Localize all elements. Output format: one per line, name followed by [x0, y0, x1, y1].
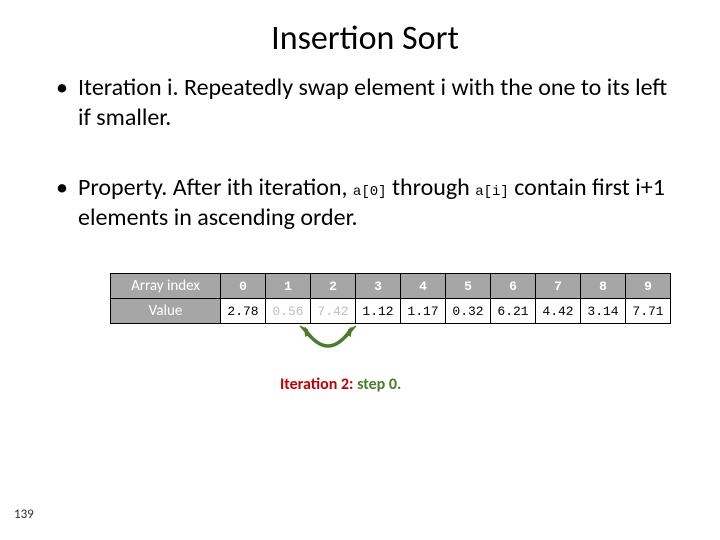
swap-arrow-icon [280, 324, 380, 368]
val-4: 1.17 [401, 299, 446, 324]
val-0: 2.78 [221, 299, 266, 324]
array-table: Array index 0 1 2 3 4 5 6 7 8 9 Value 2.… [110, 273, 671, 324]
idx-3: 3 [356, 274, 401, 299]
page-number: 139 [14, 507, 34, 522]
iteration-number: Iteration 2: [280, 375, 353, 394]
val-3: 1.12 [356, 299, 401, 324]
val-9: 7.71 [626, 299, 671, 324]
idx-7: 7 [536, 274, 581, 299]
array-table-wrap: Array index 0 1 2 3 4 5 6 7 8 9 Value 2.… [110, 273, 680, 394]
code-a0: a[0] [353, 184, 387, 200]
index-row-label: Array index [111, 274, 221, 299]
idx-8: 8 [581, 274, 626, 299]
code-ai: a[i] [475, 184, 509, 200]
value-row: Value 2.78 0.56 7.42 1.12 1.17 0.32 6.21… [111, 299, 671, 324]
idx-9: 9 [626, 274, 671, 299]
val-2: 7.42 [311, 299, 356, 324]
slide-title: Insertion Sort [50, 18, 680, 59]
idx-0: 0 [221, 274, 266, 299]
idx-1: 1 [266, 274, 311, 299]
iteration-label: Iteration 2: step 0. [280, 375, 680, 394]
idx-4: 4 [401, 274, 446, 299]
val-7: 4.42 [536, 299, 581, 324]
bullet-2-text-b: through [387, 173, 476, 202]
bullet-list: Iteration i. Repeatedly swap element i w… [50, 73, 680, 233]
swap-arrow-wrap [280, 324, 680, 369]
val-5: 0.32 [446, 299, 491, 324]
bullet-2-text-a: Property. After ith iteration, [78, 173, 353, 202]
value-row-label: Value [111, 299, 221, 324]
iteration-step: step 0. [353, 375, 401, 394]
val-6: 6.21 [491, 299, 536, 324]
val-1: 0.56 [266, 299, 311, 324]
idx-5: 5 [446, 274, 491, 299]
index-row: Array index 0 1 2 3 4 5 6 7 8 9 [111, 274, 671, 299]
bullet-1: Iteration i. Repeatedly swap element i w… [50, 73, 680, 133]
val-8: 3.14 [581, 299, 626, 324]
idx-6: 6 [491, 274, 536, 299]
idx-2: 2 [311, 274, 356, 299]
bullet-2: Property. After ith iteration, a[0] thro… [50, 173, 680, 233]
